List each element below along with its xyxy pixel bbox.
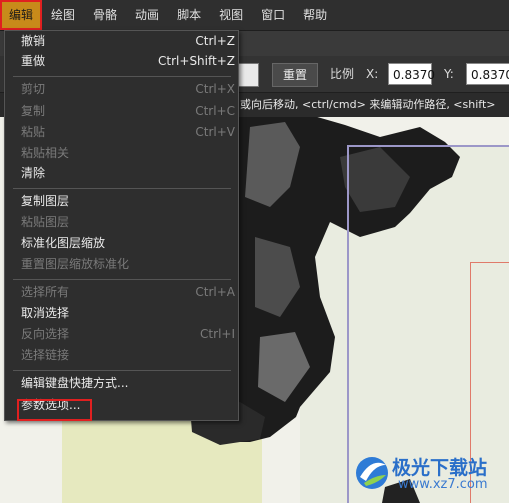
menu-edit[interactable]: 编辑 <box>0 0 43 30</box>
watermark-title: 极光下载站 <box>392 457 488 479</box>
x-label: X: <box>366 67 379 81</box>
menu-item-deselect[interactable]: 取消选择 <box>6 303 237 324</box>
scale-x-input[interactable]: 0.8370 <box>388 63 435 85</box>
watermark: 极光下载站 www.xz7.com <box>352 449 508 501</box>
menu-item-cut[interactable]: 剪切 Ctrl+X <box>6 79 237 100</box>
scale-y-input[interactable]: 0.8370 <box>466 63 509 85</box>
menu-item-duplicate-layer[interactable]: 复制图层 <box>6 191 237 212</box>
menu-script[interactable]: 脚本 <box>168 0 210 30</box>
menu-window[interactable]: 窗口 <box>252 0 294 30</box>
menu-item-select-connected[interactable]: 选择链接 <box>6 345 237 366</box>
menu-item-paste-special[interactable]: 粘贴相关 <box>6 143 237 164</box>
menu-item-edit-shortcuts[interactable]: 编辑键盘快捷方式... <box>6 373 237 394</box>
menu-item-copy[interactable]: 复制 Ctrl+C <box>6 101 237 122</box>
menu-item-invert-selection[interactable]: 反向选择 Ctrl+I <box>6 324 237 345</box>
preferences-highlight <box>17 399 92 421</box>
menu-separator <box>13 279 231 280</box>
menu-item-normalize-layer-scale[interactable]: 标准化图层缩放 <box>6 233 237 254</box>
y-label: Y: <box>444 67 454 81</box>
menu-item-undo[interactable]: 撤销 Ctrl+Z <box>6 31 237 52</box>
reset-button[interactable]: 重置 <box>272 63 319 87</box>
edit-menu-dropdown: 撤销 Ctrl+Z 重做 Ctrl+Shift+Z 剪切 Ctrl+X 复制 Ctrl+… <box>4 30 239 421</box>
menu-item-select-all[interactable]: 选择所有 Ctrl+A <box>6 282 237 303</box>
color-swatch[interactable] <box>237 63 259 87</box>
menu-draw[interactable]: 绘图 <box>42 0 84 30</box>
menu-view[interactable]: 视图 <box>210 0 252 30</box>
menu-item-redo[interactable]: 重做 Ctrl+Shift+Z <box>6 51 237 72</box>
menu-separator <box>13 370 231 371</box>
watermark-url: www.xz7.com <box>398 477 488 492</box>
scale-label: 比例 <box>330 67 355 81</box>
aurora-logo-icon <box>356 457 388 489</box>
menu-item-paste[interactable]: 粘贴 Ctrl+V <box>6 122 237 143</box>
menu-separator <box>13 76 231 77</box>
menu-item-reset-layer-scale[interactable]: 重置图层缩放标准化 <box>6 254 237 275</box>
menu-help[interactable]: 帮助 <box>294 0 336 30</box>
menu-item-paste-layer[interactable]: 粘贴图层 <box>6 212 237 233</box>
menu-separator <box>13 188 231 189</box>
menu-item-clear[interactable]: 清除 <box>6 163 237 184</box>
menu-bone[interactable]: 骨骼 <box>84 0 126 30</box>
menu-animation[interactable]: 动画 <box>126 0 168 30</box>
menu-bar: 编辑 绘图 骨骼 动画 脚本 视图 窗口 帮助 <box>0 0 509 31</box>
